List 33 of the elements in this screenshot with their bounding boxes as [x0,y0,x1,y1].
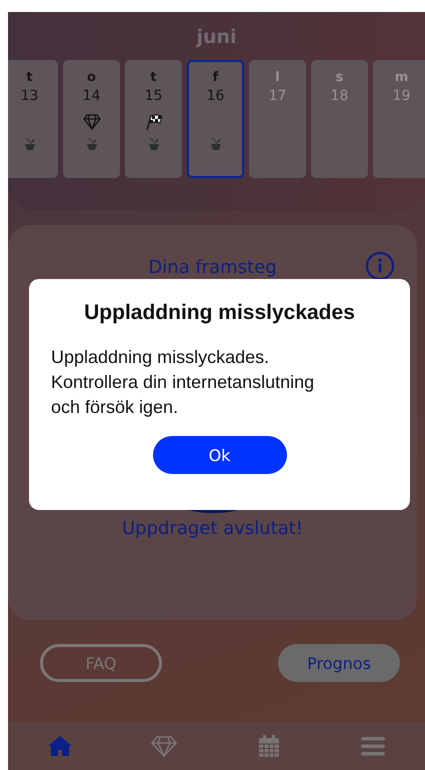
home-icon[interactable] [47,734,74,758]
day-card[interactable]: t 13 [8,60,58,178]
day-card[interactable]: s 18 [311,60,368,178]
weekday-label: o [87,70,96,86]
day-card[interactable]: m 19 [373,60,425,178]
weekday-label: t [26,70,33,86]
date-label: 19 [392,87,410,106]
day-card[interactable]: f 16 [187,60,244,178]
month-label: juni [196,26,237,50]
date-label: 15 [144,87,162,106]
date-label: 17 [268,87,286,106]
weekday-label: m [394,70,408,86]
dialog-message: Uppladdning misslyckades. Kontrollera din internetanslutning och försök igen. [51,346,316,419]
date-label: 13 [20,87,38,106]
weekday-label: s [336,70,344,86]
weekday-label: l [275,70,280,86]
faq-button[interactable]: FAQ [40,644,162,682]
date-label: 14 [82,87,100,106]
day-card[interactable]: l 17 [249,60,306,178]
ok-button[interactable]: Ok [152,436,286,474]
progress-title: Dina framsteg [148,257,277,278]
day-card[interactable]: o 14 [63,60,120,178]
date-label: 16 [206,87,224,106]
prognosis-button[interactable]: Prognos [278,644,400,682]
weekday-label: t [150,70,157,86]
dialog-title: Uppladdning misslyckades [83,301,356,325]
diamond-icon[interactable] [151,734,178,758]
date-label: 18 [330,87,348,106]
day-card[interactable]: t 15 [125,60,182,178]
status-text: Uppdraget avslutat! [122,518,303,539]
info-icon[interactable] [365,251,395,281]
weekday-label: f [212,70,218,86]
menu-icon[interactable] [360,734,386,758]
